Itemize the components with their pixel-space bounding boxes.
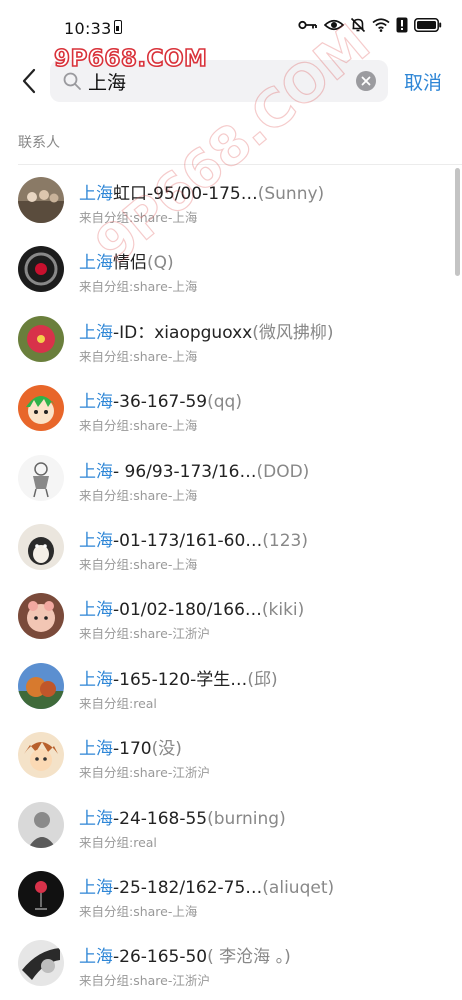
contact-name: 上海-170(没) [79, 739, 182, 760]
contact-name: 上海-24-168-55(burning) [79, 808, 286, 829]
contact-group-source: 来自分组:share-上海 [79, 556, 198, 572]
back-button[interactable] [14, 66, 44, 96]
contact-group-source: 来自分组:share-江浙沪 [79, 973, 210, 989]
section-header-contacts: 联系人 [18, 135, 60, 151]
divider [18, 164, 462, 165]
contact-name: 上海-26-165-50( 李沧海 。) [79, 947, 291, 968]
clear-search-icon[interactable] [356, 71, 376, 91]
contact-list-item[interactable]: 上海-01/02-180/166…(kiki) 来自分组:share-江浙沪 [0, 582, 462, 651]
avatar [18, 593, 64, 640]
contact-list-item[interactable]: 上海-170(没) 来自分组:share-江浙沪 [0, 721, 462, 790]
search-icon [63, 72, 81, 90]
contact-name: 上海-01-173/161-60…(123) [79, 530, 309, 551]
status-time: 10:33 [64, 19, 112, 38]
contact-group-source: 来自分组:share-上海 [79, 418, 198, 434]
contact-list-item[interactable]: 上海-ID：xiaopguoxx(微风拂柳) 来自分组:share-上海 [0, 305, 462, 374]
avatar [18, 940, 64, 987]
cancel-button[interactable]: 取消 [404, 68, 442, 95]
contact-group-source: 来自分组:share-上海 [79, 210, 198, 225]
contact-group-source: 来自分组:real [79, 834, 157, 850]
avatar [18, 870, 64, 917]
avatar [18, 732, 64, 779]
contact-group-source: 来自分组:share-江浙沪 [79, 626, 210, 642]
eye-icon [324, 19, 344, 31]
avatar [18, 662, 64, 709]
alert-icon [396, 17, 408, 33]
contact-list-item[interactable]: 上海-25-182/162-75…(aliuqet) 来自分组:share-上海 [0, 860, 462, 929]
avatar [18, 801, 64, 848]
contact-group-source: 来自分组:share-江浙沪 [79, 765, 210, 781]
chevron-left-icon [22, 68, 36, 94]
contact-group-source: 来自分组:share-上海 [79, 348, 198, 364]
contact-name: 上海-01/02-180/166…(kiki) [79, 600, 305, 621]
avatar [18, 315, 64, 362]
contact-list-item[interactable]: 上海-01-173/161-60…(123) 来自分组:share-上海 [0, 513, 462, 582]
scrollbar[interactable] [455, 168, 460, 276]
contact-list-item[interactable]: 上海虹口-95/00-175…(Sunny) 来自分组:share-上海 [0, 166, 462, 235]
sim-card-icon [114, 20, 122, 34]
contact-list-item[interactable]: 上海-24-168-55(burning) 来自分组:real [0, 791, 462, 860]
mute-bell-icon [350, 17, 366, 33]
contact-list-item[interactable]: 上海-36-167-59(qq) 来自分组:share-上海 [0, 374, 462, 443]
contact-group-source: 来自分组:share-上海 [79, 903, 198, 919]
contact-name: 上海情侣(Q) [79, 253, 174, 274]
contact-name: 上海虹口-95/00-175…(Sunny) [79, 184, 325, 204]
contact-group-source: 来自分组:real [79, 695, 157, 711]
status-icons [298, 17, 442, 33]
contact-list: 上海虹口-95/00-175…(Sunny) 来自分组:share-上海 上海情… [0, 166, 462, 999]
avatar [18, 246, 64, 293]
contact-name: 上海-165-120-学生…(邱) [79, 669, 278, 690]
contact-list-item[interactable]: 上海情侣(Q) 来自分组:share-上海 [0, 235, 462, 304]
contact-name: 上海-25-182/162-75…(aliuqet) [79, 877, 335, 898]
contact-list-item[interactable]: 上海-26-165-50( 李沧海 。) 来自分组:share-江浙沪 [0, 929, 462, 998]
contact-name: 上海-36-167-59(qq) [79, 392, 242, 413]
contact-name: 上海- 96/93-173/16…(DOD) [79, 461, 310, 482]
watermark-logo: 9P668.COM [53, 45, 208, 73]
battery-icon [414, 18, 442, 32]
avatar [18, 454, 64, 501]
contact-group-source: 来自分组:share-上海 [79, 279, 198, 295]
avatar [18, 523, 64, 570]
contact-group-source: 来自分组:share-上海 [79, 487, 198, 503]
key-icon [298, 20, 317, 30]
contact-list-item[interactable]: 上海-165-120-学生…(邱) 来自分组:real [0, 652, 462, 721]
contact-name: 上海-ID：xiaopguoxx(微风拂柳) [79, 322, 334, 343]
wifi-icon [372, 18, 390, 32]
avatar [18, 177, 64, 223]
avatar [18, 385, 64, 432]
status-bar: 10:33 [0, 0, 462, 52]
contact-list-item[interactable]: 上海- 96/93-173/16…(DOD) 来自分组:share-上海 [0, 444, 462, 513]
close-icon [361, 76, 371, 86]
